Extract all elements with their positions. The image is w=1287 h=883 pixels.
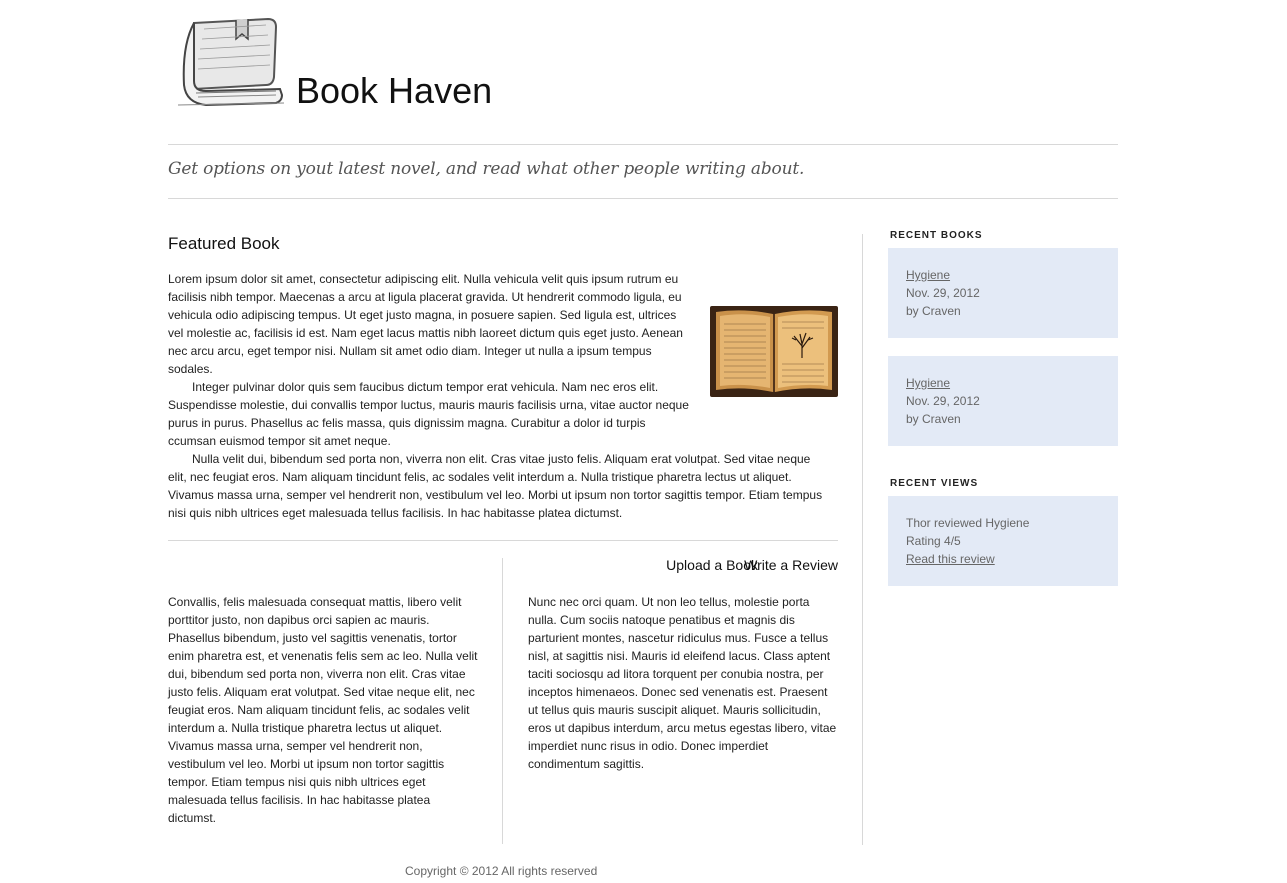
recent-book-date: Nov. 29, 2012 [906, 394, 980, 408]
recent-book-author: by Craven [906, 304, 961, 318]
recent-book-link[interactable]: Hygiene [906, 376, 950, 390]
upload-book-text: Convallis, felis malesuada consequat mat… [168, 595, 478, 825]
recent-view-text: Thor reviewed Hygiene [906, 516, 1030, 530]
sidebar-divider [862, 234, 863, 845]
recent-book-card: Hygiene Nov. 29, 2012 by Craven [888, 356, 1118, 446]
section-divider [168, 540, 838, 541]
featured-book-heading: Featured Book [168, 234, 280, 253]
footer-copyright: Copyright © 2012 All rights reserved [405, 864, 598, 878]
featured-paragraph-3: Nulla velit dui, bibendum sed porta non,… [168, 452, 823, 520]
recent-view-card: Thor reviewed Hygiene Rating 4/5 Read th… [888, 496, 1118, 586]
featured-paragraph-1: Lorem ipsum dolor sit amet, consectetur … [168, 272, 683, 376]
read-review-link[interactable]: Read this review [906, 552, 995, 566]
header-divider [168, 144, 1118, 145]
recent-book-author: by Craven [906, 412, 961, 426]
recent-book-link[interactable]: Hygiene [906, 268, 950, 282]
recent-book-card: Hygiene Nov. 29, 2012 by Craven [888, 248, 1118, 338]
write-review-text: Nunc nec orci quam. Ut non leo tellus, m… [528, 595, 837, 771]
recent-books-heading: RECENT BOOKS [890, 230, 983, 241]
featured-paragraph-2: Integer pulvinar dolor quis sem faucibus… [168, 380, 689, 448]
recent-book-date: Nov. 29, 2012 [906, 286, 980, 300]
write-review-heading[interactable]: Write a Review [744, 557, 838, 573]
open-book-image [710, 306, 838, 397]
recent-views-heading: RECENT VIEWS [890, 478, 979, 489]
book-logo-icon [177, 17, 285, 107]
tagline-divider [168, 198, 1118, 199]
tagline: Get options on yout latest novel, and re… [168, 159, 805, 179]
column-divider [502, 558, 503, 844]
recent-view-rating: Rating 4/5 [906, 534, 961, 548]
site-title: Book Haven [296, 70, 493, 111]
